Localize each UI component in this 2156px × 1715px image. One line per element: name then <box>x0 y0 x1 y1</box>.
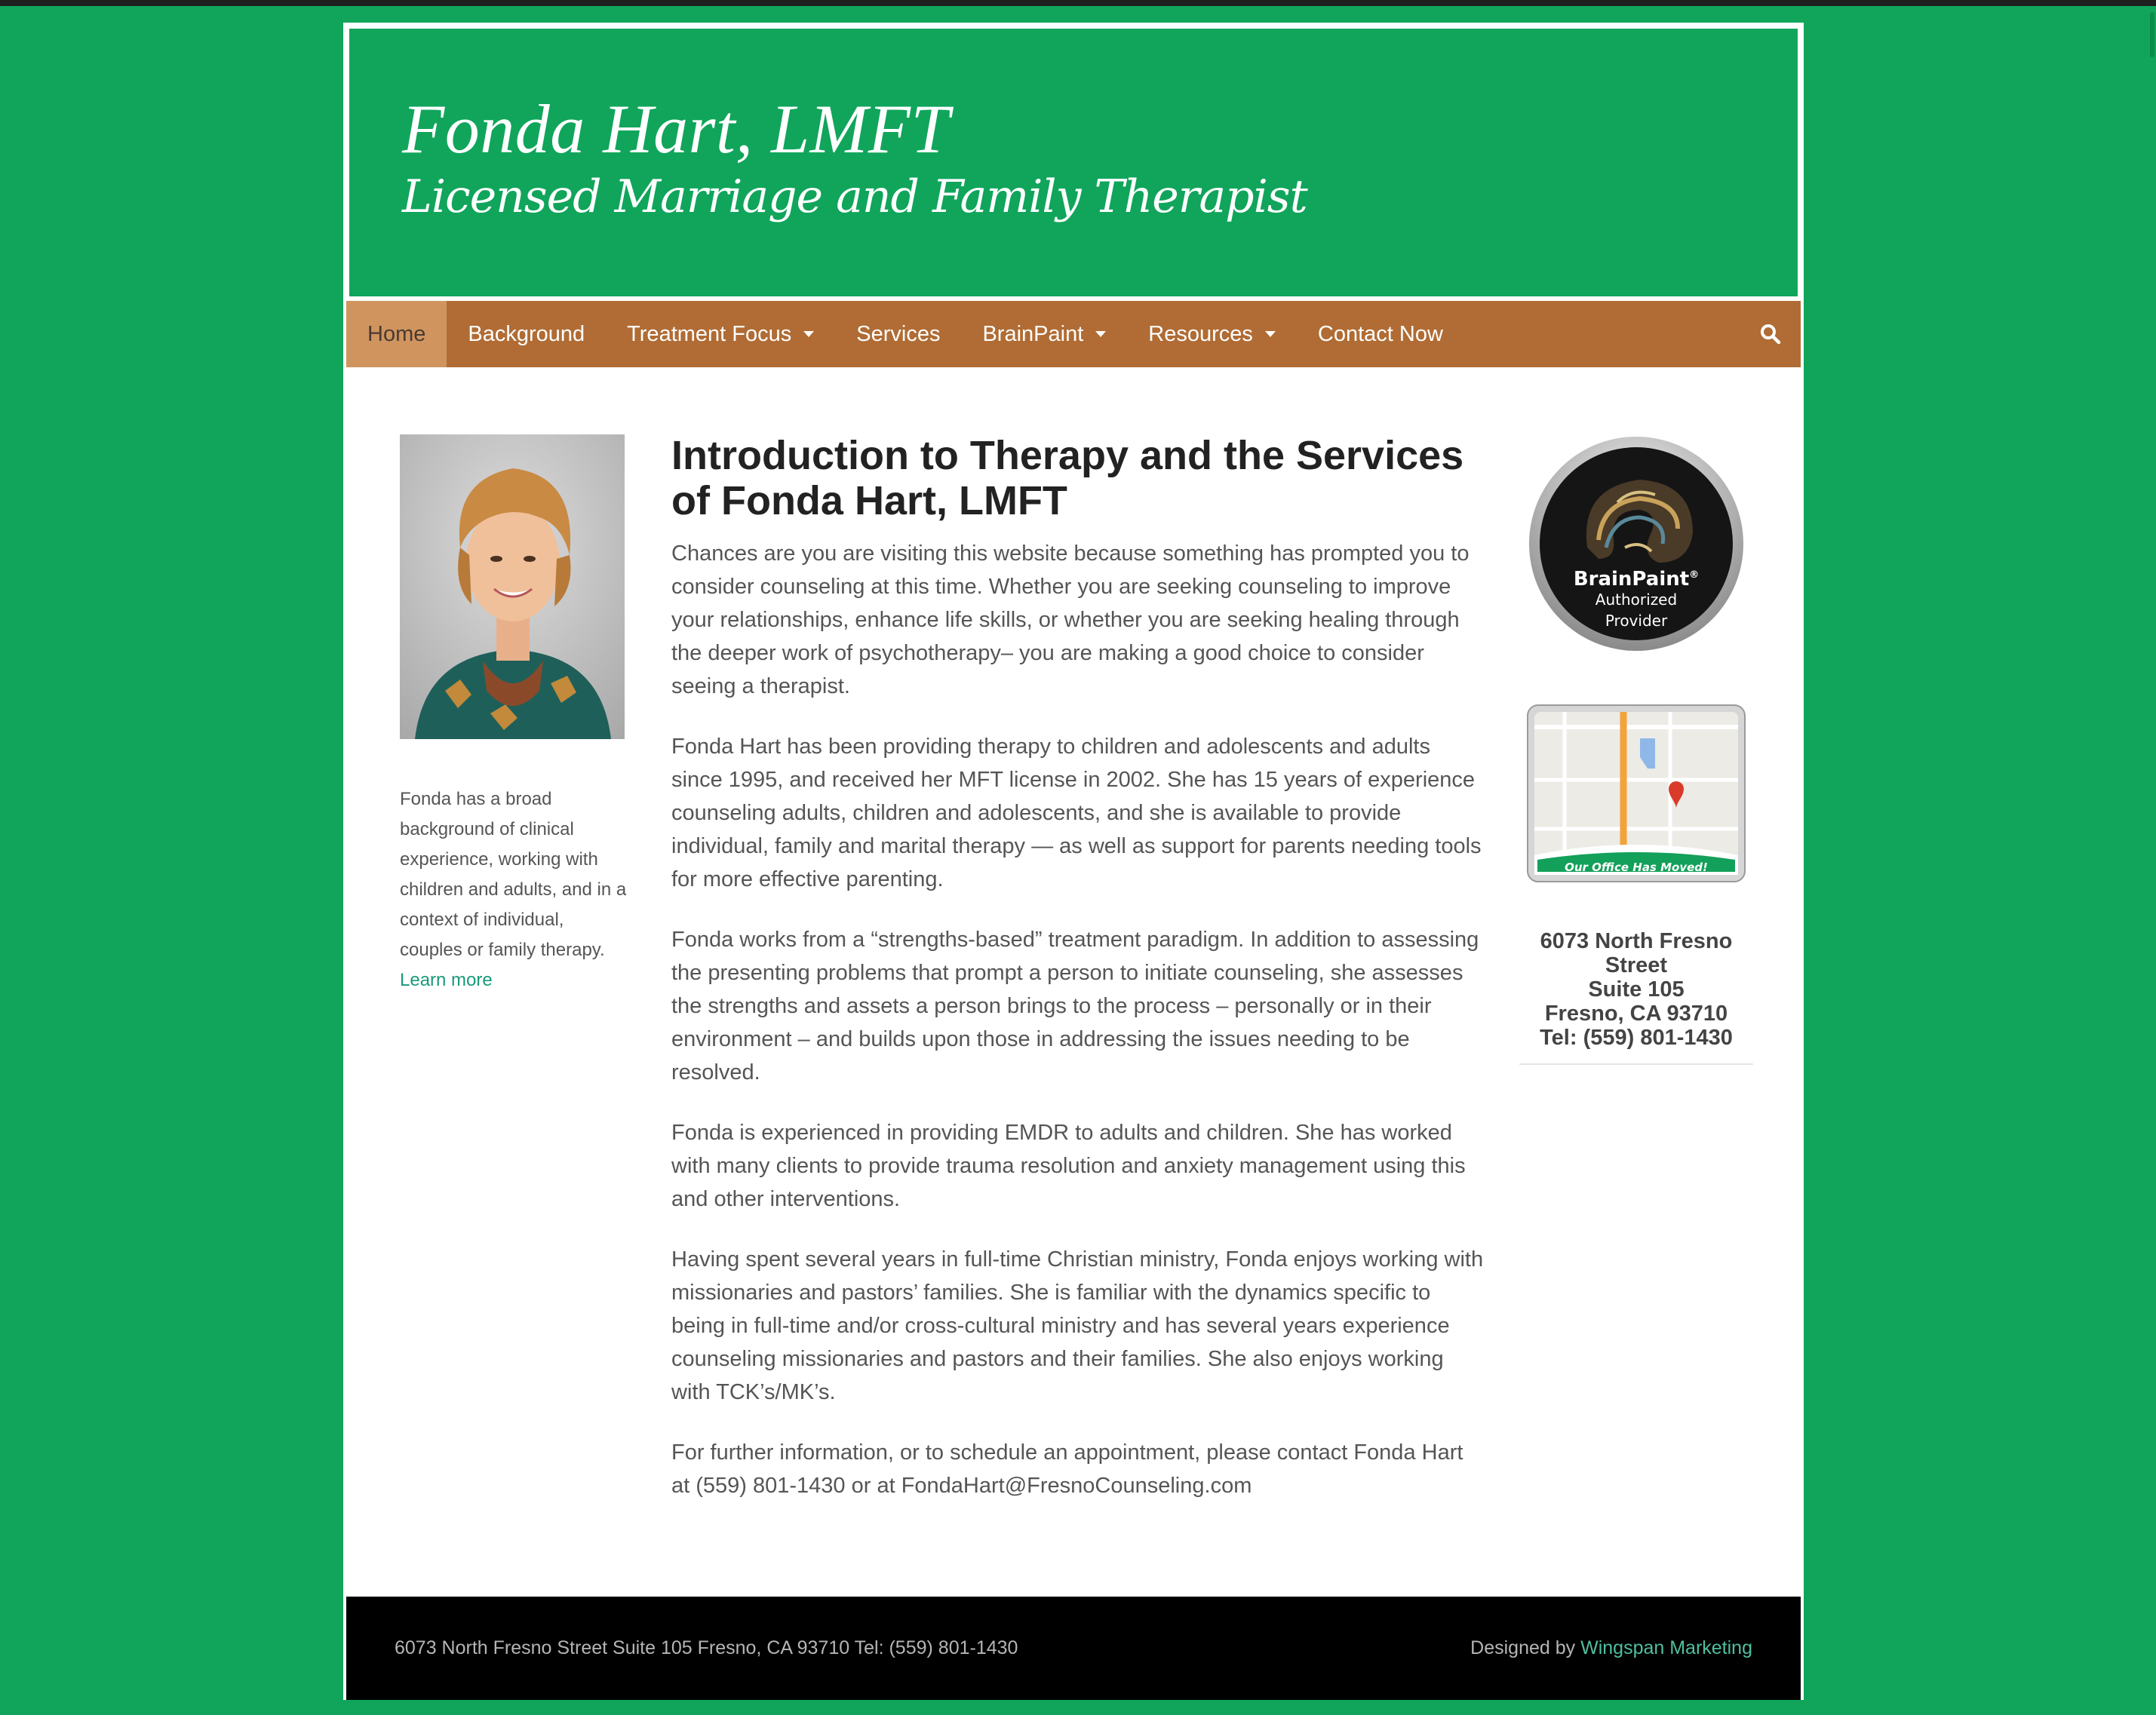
site-tagline: Licensed Marriage and Family Therapist <box>402 170 1308 223</box>
nav-item-contact-now[interactable]: Contact Now <box>1297 301 1464 367</box>
brainpaint-badge[interactable]: BrainPaint® Authorized Provider <box>1527 434 1746 653</box>
svg-text:BrainPaint®: BrainPaint® <box>1574 568 1699 591</box>
badge-registered: ® <box>1689 569 1699 581</box>
nav-item-resources[interactable]: Resources <box>1127 301 1297 367</box>
main-navigation: Home Background Treatment Focus Services… <box>346 301 1801 367</box>
chevron-down-icon <box>1264 331 1276 337</box>
address-line: Suite 105 <box>1588 977 1685 1002</box>
nav-item-label: BrainPaint <box>982 321 1084 346</box>
address-line: 6073 North Fresno <box>1540 929 1733 953</box>
chevron-down-icon <box>803 331 815 337</box>
right-sidebar: BrainPaint® Authorized Provider Our Offi… <box>1519 434 1753 1065</box>
emdr-paragraph: Fonda is experienced in providing EMDR t… <box>671 1121 1466 1211</box>
nav-item-label: Home <box>367 321 426 346</box>
badge-line3: Provider <box>1605 612 1668 630</box>
search-icon <box>1761 324 1781 345</box>
office-address: 6073 North Fresno Street Suite 105 Fresn… <box>1519 929 1753 1050</box>
page-container: Fonda Hart, LMFT Licensed Marriage and F… <box>343 23 1804 1700</box>
nav-item-label: Background <box>468 321 585 346</box>
search-button[interactable] <box>1740 301 1801 367</box>
office-map-thumbnail[interactable]: Our Office Has Moved! <box>1527 704 1746 882</box>
bio-text: Fonda has a broad background of clinical… <box>400 789 627 960</box>
footer-credit-label: Designed by <box>1470 1637 1576 1658</box>
nav-item-brainpaint[interactable]: BrainPaint <box>961 301 1127 367</box>
portrait-photo <box>400 434 625 739</box>
page-title: Introduction to Therapy and the Services… <box>671 433 1464 523</box>
badge-title: BrainPaint <box>1574 568 1689 591</box>
map-banner-text: Our Office Has Moved! <box>1565 861 1708 874</box>
experience-paragraph: Fonda Hart has been providing therapy to… <box>671 735 1482 891</box>
bio-summary: Fonda has a broad background of clinical… <box>400 784 629 996</box>
ministry-paragraph: Having spent several years in full-time … <box>671 1247 1484 1404</box>
nav-item-label: Resources <box>1148 321 1253 346</box>
scrollbar-thumb[interactable] <box>2150 12 2154 57</box>
site-footer: 6073 North Fresno Street Suite 105 Fresn… <box>346 1597 1801 1700</box>
nav-item-label: Services <box>856 321 941 346</box>
intro-paragraph: Chances are you are visiting this websit… <box>671 541 1470 698</box>
nav-item-treatment-focus[interactable]: Treatment Focus <box>606 301 835 367</box>
footer-address: 6073 North Fresno Street Suite 105 Fresn… <box>395 1637 1018 1658</box>
designer-link[interactable]: Wingspan Marketing <box>1580 1637 1752 1658</box>
badge-line2: Authorized <box>1596 591 1677 609</box>
learn-more-link[interactable]: Learn more <box>400 970 493 990</box>
divider <box>1519 1063 1753 1065</box>
address-line: Fresno, CA 93710 <box>1544 1002 1728 1026</box>
nav-item-background[interactable]: Background <box>447 301 606 367</box>
nav-item-label: Contact Now <box>1317 321 1443 346</box>
nav-item-services[interactable]: Services <box>835 301 961 367</box>
contact-paragraph: For further information, or to schedule … <box>671 1440 1463 1498</box>
main-content: Introduction to Therapy and the Services… <box>671 433 1486 1529</box>
site-title[interactable]: Fonda Hart, LMFT <box>402 89 950 169</box>
approach-paragraph: Fonda works from a “strengths-based” tre… <box>671 928 1479 1085</box>
site-header: Fonda Hart, LMFT Licensed Marriage and F… <box>346 26 1801 299</box>
chevron-down-icon <box>1095 331 1107 337</box>
nav-item-home[interactable]: Home <box>346 301 447 367</box>
browser-top-bar <box>0 0 2156 6</box>
phone-line: Tel: (559) 801-1430 <box>1540 1026 1733 1050</box>
address-line: Street <box>1605 953 1668 977</box>
nav-item-label: Treatment Focus <box>627 321 792 346</box>
scrollbar[interactable] <box>2148 6 2156 1715</box>
left-sidebar: Fonda has a broad background of clinical… <box>400 434 629 996</box>
footer-credit: Designed by Wingspan Marketing <box>1470 1637 1752 1659</box>
